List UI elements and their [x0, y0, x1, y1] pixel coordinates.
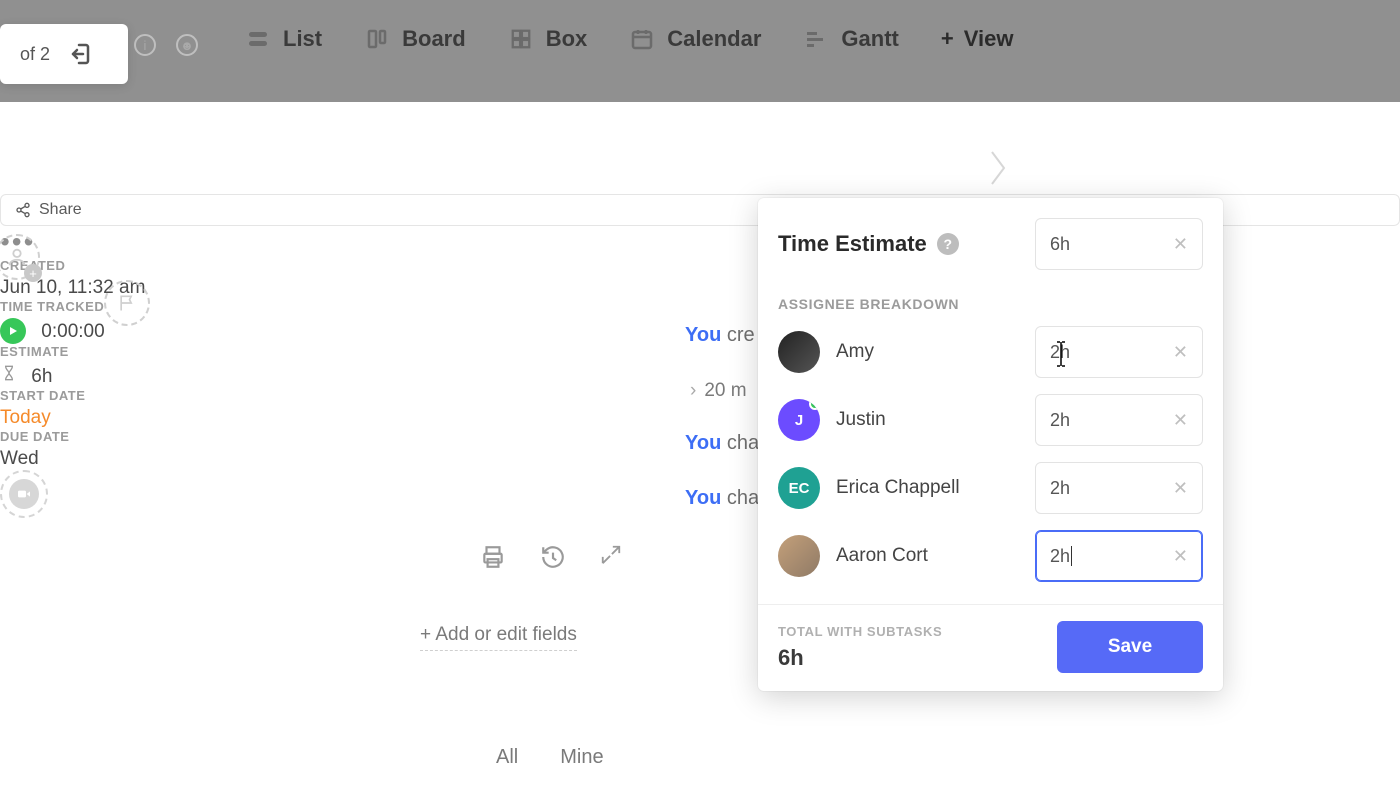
popover-title: Time Estimate ? [778, 231, 959, 257]
view-gantt[interactable]: Gantt [803, 26, 898, 52]
page-indicator[interactable]: of 2 [0, 24, 128, 84]
view-box[interactable]: Box [508, 26, 588, 52]
total-estimate-value: 6h [1050, 234, 1070, 255]
assignee-estimate-input[interactable]: 2h ✕ [1035, 394, 1203, 446]
tab-all[interactable]: All [496, 746, 518, 769]
total-estimate-input[interactable]: 6h ✕ [1035, 218, 1203, 270]
gantt-icon [803, 26, 829, 52]
plus-icon: + [941, 26, 954, 52]
calendar-icon [629, 26, 655, 52]
assignee-name: Erica Chappell [836, 477, 960, 499]
view-list-label: List [283, 26, 322, 52]
page-indicator-text: of 2 [20, 44, 50, 65]
assignee-estimate-input[interactable]: 2h​ ✕ [1035, 530, 1203, 582]
add-view-label: View [964, 26, 1014, 52]
view-gantt-label: Gantt [841, 26, 898, 52]
view-calendar-label: Calendar [667, 26, 761, 52]
activity-more-toggle[interactable]: ›20 m [690, 380, 747, 402]
assignee-name: Aaron Cort [836, 545, 928, 567]
avatar [778, 331, 820, 373]
exit-icon[interactable] [68, 40, 96, 68]
chevron-right-icon: › [690, 380, 696, 401]
view-calendar[interactable]: Calendar [629, 26, 761, 52]
face-icon[interactable]: ☻ [176, 34, 198, 56]
view-list[interactable]: List [245, 26, 322, 52]
box-icon [508, 26, 534, 52]
subtask-total-label: TOTAL WITH SUBTASKS [778, 624, 942, 639]
view-board[interactable]: Board [364, 26, 466, 52]
assignee-name: Justin [836, 409, 886, 431]
activity-line-2: You cha [685, 432, 759, 455]
board-icon [364, 26, 390, 52]
view-box-label: Box [546, 26, 588, 52]
top-bar: of 2 i ☻ List Board [0, 0, 1400, 102]
assignee-estimate-value: 2h [1050, 410, 1070, 431]
clear-icon[interactable]: ✕ [1173, 546, 1188, 567]
assignee-row-1: J Justin 2h ✕ [758, 386, 1223, 454]
add-custom-fields-button[interactable]: + Add or edit fields [420, 624, 577, 651]
assignee-estimate-input[interactable]: 2h ✕ [1035, 462, 1203, 514]
view-tabs: List Board Box Calendar [245, 26, 1013, 52]
help-icon[interactable]: ? [937, 233, 959, 255]
activity-filter-tabs: All Mine [496, 746, 604, 769]
clear-icon[interactable]: ✕ [1173, 478, 1188, 499]
history-icon[interactable] [540, 544, 566, 575]
assignee-row-2: EC Erica Chappell 2h ✕ [758, 454, 1223, 522]
save-button[interactable]: Save [1057, 621, 1203, 673]
assignee-row-3: Aaron Cort 2h​ ✕ [758, 522, 1223, 590]
info-icon[interactable]: i [134, 34, 156, 56]
clear-icon[interactable]: ✕ [1173, 410, 1188, 431]
list-icon [245, 26, 271, 52]
assignee-name: Amy [836, 341, 874, 363]
task-tool-icons [480, 544, 622, 575]
tab-mine[interactable]: Mine [560, 746, 603, 769]
activity-line-3: You cha [685, 487, 759, 510]
clear-icon[interactable]: ✕ [1173, 342, 1188, 363]
online-indicator [809, 399, 820, 410]
activity-line-1: You cre [685, 324, 755, 347]
assignee-breakdown-label: ASSIGNEE BREAKDOWN [758, 278, 1223, 318]
avatar: J [778, 399, 820, 441]
date-range-arrow-icon [990, 150, 1008, 191]
assignee-estimate-value: 2h [1050, 478, 1070, 499]
clear-total-icon[interactable]: ✕ [1173, 234, 1188, 255]
add-view-button[interactable]: + View [941, 26, 1014, 52]
assignee-row-0: Amy 2h ✕ [758, 318, 1223, 386]
view-board-label: Board [402, 26, 466, 52]
subtask-total-value: 6h [778, 645, 942, 671]
avatar [778, 535, 820, 577]
expand-icon[interactable] [600, 544, 622, 575]
time-estimate-popover: Time Estimate ? 6h ✕ ASSIGNEE BREAKDOWN … [758, 198, 1223, 691]
avatar: EC [778, 467, 820, 509]
assignee-estimate-value: 2h​ [1050, 546, 1072, 567]
print-icon[interactable] [480, 544, 506, 575]
header-mini-icons: i ☻ [134, 34, 198, 56]
text-cursor-icon [1050, 340, 1072, 373]
